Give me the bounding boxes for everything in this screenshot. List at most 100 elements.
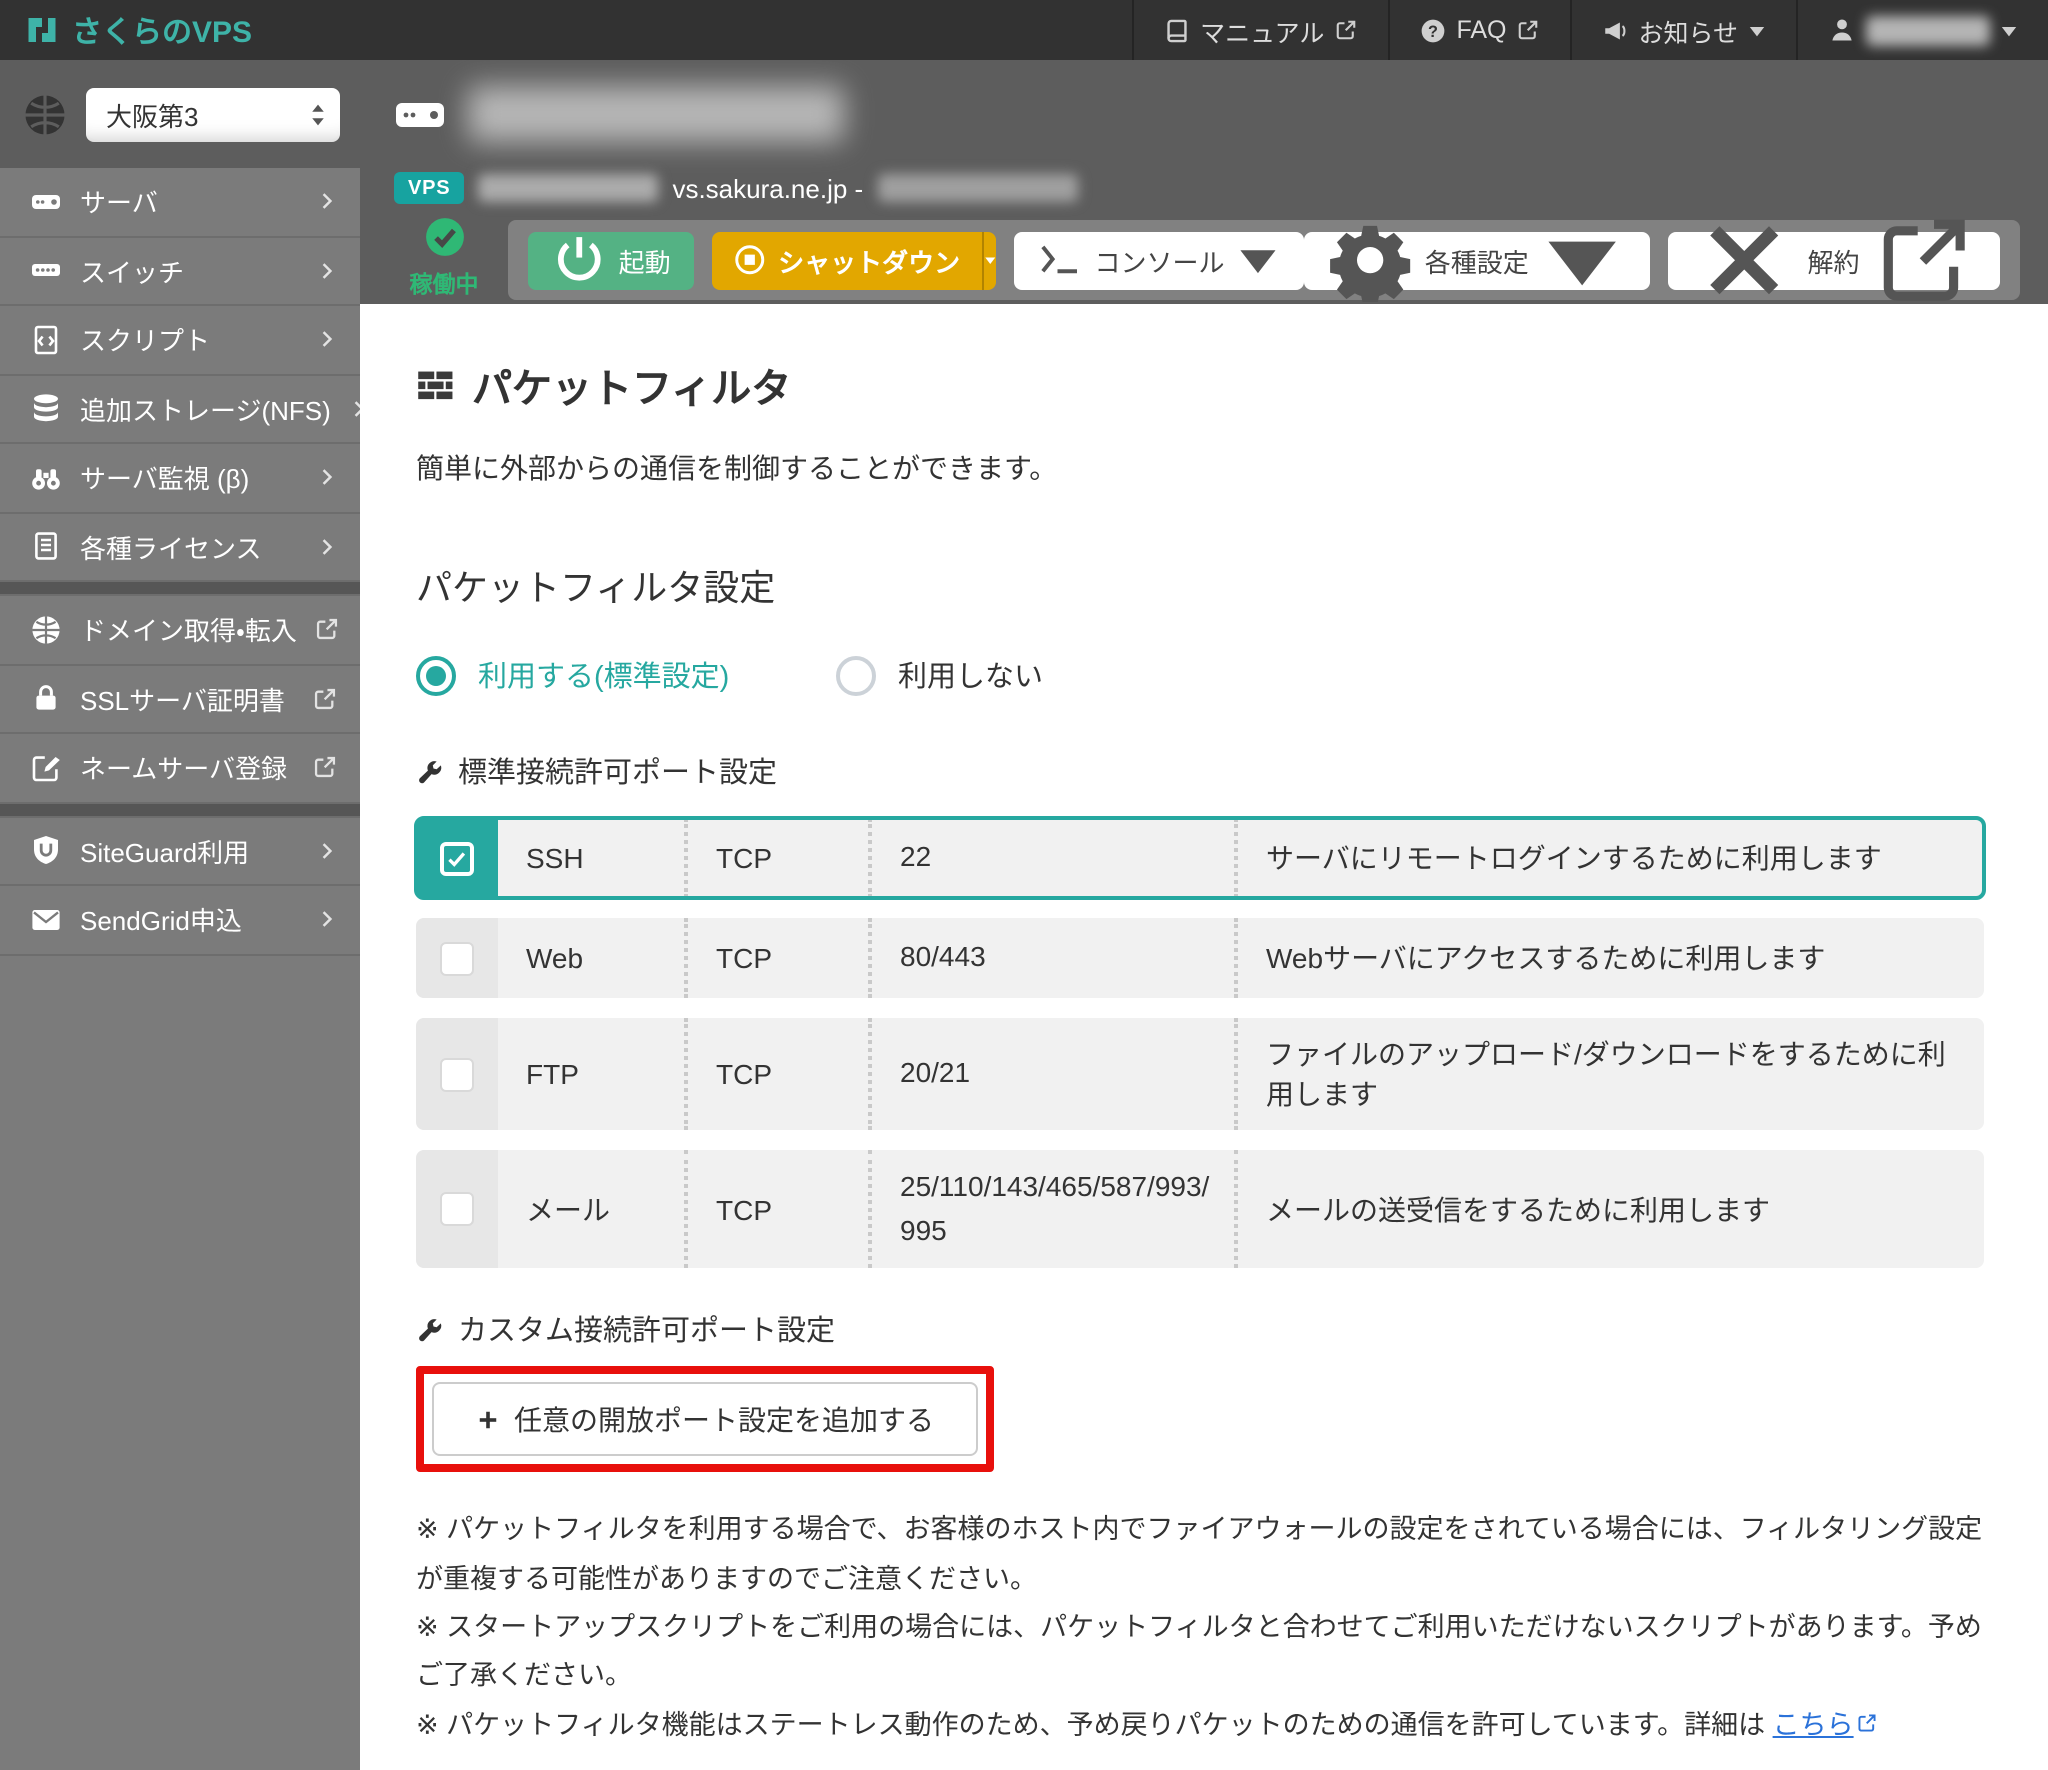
checkbox-unchecked[interactable] (440, 1192, 474, 1226)
port-numbers: 80/443 (868, 918, 1234, 998)
port-name: メール (498, 1150, 684, 1269)
port-numbers: 22 (868, 818, 1234, 898)
port-description: ファイルのアップロード/ダウンロードをするために利用します (1234, 1018, 1984, 1130)
note: ※ スタートアップスクリプトをご利用の場合には、パケットフィルタと合わせてご利用… (416, 1604, 2000, 1701)
region-header: 大阪第3 (0, 60, 360, 168)
brand-name: さくらのVPS (72, 9, 252, 51)
page: さくらのVPS マニュアル?FAQお知らせ 大阪第3 サーバスイッチスクリプト追… (0, 0, 2048, 1770)
chevron-right-icon (316, 909, 338, 931)
port-name: FTP (498, 1018, 684, 1130)
storage-icon (30, 393, 62, 425)
server-toolbar: 起動 シャットダウン コンソール (508, 220, 2020, 300)
radio-selected-icon (416, 655, 456, 695)
radio-利用する(標準設定)[interactable]: 利用する(標準設定) (416, 654, 836, 696)
user-menu[interactable] (1796, 0, 2048, 60)
start-button[interactable]: 起動 (528, 231, 695, 289)
checkbox-checked[interactable] (440, 841, 474, 875)
port-row-メール[interactable]: メールTCP25/110/143/465/587/993/995メールの送受信を… (416, 1150, 1984, 1269)
server-icon (30, 186, 62, 218)
radio-unselected-icon (836, 655, 876, 695)
radio-利用しない[interactable]: 利用しない (836, 654, 1043, 696)
redacted-server-title (468, 86, 844, 142)
sidebar-divider (0, 582, 360, 596)
region-select[interactable]: 大阪第3 (86, 87, 340, 141)
sidebar-item-label: サーバ (80, 183, 298, 221)
sidebar-item-サーバ[interactable]: サーバ (0, 168, 360, 237)
sidebar-item-SSLサーバ証明書[interactable]: SSLサーバ証明書 (0, 665, 360, 734)
console-button[interactable]: コンソール (1015, 231, 1305, 289)
port-description: サーバにリモートログインするために利用します (1234, 818, 1984, 898)
stop-circle-icon (735, 244, 767, 276)
note: ※ パケットフィルタ機能はステートレス動作のため、予め戻りパケットのための通信を… (416, 1701, 2000, 1750)
server-icon (394, 97, 446, 131)
nav-item-label: FAQ (1456, 16, 1506, 44)
standard-ports-heading: 標準接続許可ポート設定 (416, 750, 1988, 792)
sidebar-item-追加ストレージ(NFS)[interactable]: 追加ストレージ(NFS) (0, 375, 360, 444)
filter-setting-title: パケットフィルタ設定 (416, 560, 1988, 612)
sidebar-item-スクリプト[interactable]: スクリプト (0, 306, 360, 375)
packet-filter-icon (416, 367, 456, 403)
wrench-icon (416, 757, 444, 785)
checkbox-column (416, 1150, 498, 1269)
sidebar-item-SendGrid申込[interactable]: SendGrid申込 (0, 886, 360, 955)
chevron-right-icon (316, 840, 338, 862)
gear-icon (1328, 218, 1412, 302)
checkbox-unchecked[interactable] (440, 1057, 474, 1091)
select-updown-icon (310, 101, 326, 127)
globe-icon (22, 91, 68, 137)
port-protocol: TCP (684, 918, 868, 998)
sidebar-item-label: スクリプト (80, 321, 298, 359)
sidebar-item-サーバ監視 (β)[interactable]: サーバ監視 (β) (0, 444, 360, 513)
sidebar-item-label: ドメイン取得・転入 (80, 611, 297, 649)
nav-item-マニュアル[interactable]: マニュアル (1132, 0, 1388, 60)
note-detail-link[interactable]: こちら (1773, 1709, 1854, 1739)
port-table: SSHTCP22サーバにリモートログインするために利用しますWebTCP80/4… (416, 818, 1984, 1269)
add-custom-port-button[interactable]: 任意の開放ポート設定を追加する (432, 1383, 978, 1457)
chevron-right-icon (316, 329, 338, 351)
server-host-row: VPS vs.sakura.ne.jp - (394, 172, 1077, 204)
checkbox-column (416, 918, 498, 998)
script-icon (30, 324, 62, 356)
port-row-Web[interactable]: WebTCP80/443Webサーバにアクセスするために利用します (416, 918, 1984, 998)
external-link-icon (1334, 18, 1358, 42)
port-row-FTP[interactable]: FTPTCP20/21ファイルのアップロード/ダウンロードをするために利用します (416, 1018, 1984, 1130)
nav-item-お知らせ[interactable]: お知らせ (1570, 0, 1796, 60)
port-name: SSH (498, 818, 684, 898)
region-select-value: 大阪第3 (106, 95, 198, 133)
port-protocol: TCP (684, 1150, 868, 1269)
chevron-right-icon (316, 191, 338, 213)
sidebar: 大阪第3 サーバスイッチスクリプト追加ストレージ(NFS) サーバ監視 (β)各種… (0, 60, 360, 1770)
caret-down-icon (1541, 218, 1625, 302)
shield-icon (30, 835, 62, 867)
document-icon (30, 531, 62, 563)
checkbox-unchecked[interactable] (440, 941, 474, 975)
brand-logo[interactable]: さくらのVPS (0, 9, 276, 51)
page-description: 簡単に外部からの通信を制御することができます。 (416, 448, 1988, 488)
caret-down-icon (1748, 21, 1766, 39)
external-link-icon (1872, 208, 1976, 312)
port-row-SSH[interactable]: SSHTCP22サーバにリモートログインするために利用します (416, 818, 1984, 898)
plus-icon (476, 1408, 500, 1432)
external-link-icon (315, 617, 341, 643)
nav-item-FAQ[interactable]: ?FAQ (1388, 0, 1570, 60)
annotation-highlight-box: 任意の開放ポート設定を追加する (416, 1367, 994, 1473)
sidebar-item-SiteGuard利用[interactable]: SiteGuard利用 (0, 817, 360, 886)
sidebar-item-スイッチ[interactable]: スイッチ (0, 237, 360, 306)
port-name: Web (498, 918, 684, 998)
sidebar-item-ネームサーバ登録[interactable]: ネームサーバ登録 (0, 734, 360, 803)
terminate-button[interactable]: 解約 (1667, 231, 2000, 289)
shutdown-button[interactable]: シャットダウン (713, 231, 983, 289)
sidebar-item-ドメイン取得・転入[interactable]: ドメイン取得・転入 (0, 596, 360, 665)
sidebar-menu: サーバスイッチスクリプト追加ストレージ(NFS) サーバ監視 (β)各種ライセンス… (0, 168, 360, 955)
caret-down-icon (1237, 238, 1281, 282)
custom-ports-heading: カスタム接続許可ポート設定 (416, 1309, 1988, 1351)
navbar-links: マニュアル?FAQお知らせ (1132, 0, 2048, 60)
sidebar-item-各種ライセンス[interactable]: 各種ライセンス (0, 513, 360, 582)
x-icon (1691, 208, 1795, 312)
shutdown-dropdown-toggle[interactable] (982, 231, 997, 289)
toolbar-right-group: 各種設定 解約 (1304, 231, 2000, 289)
sidebar-item-label: 追加ストレージ(NFS) (80, 390, 331, 428)
redacted-username (1866, 15, 1990, 45)
settings-button[interactable]: 各種設定 (1304, 231, 1649, 289)
status-label: 稼働中 (394, 268, 494, 300)
